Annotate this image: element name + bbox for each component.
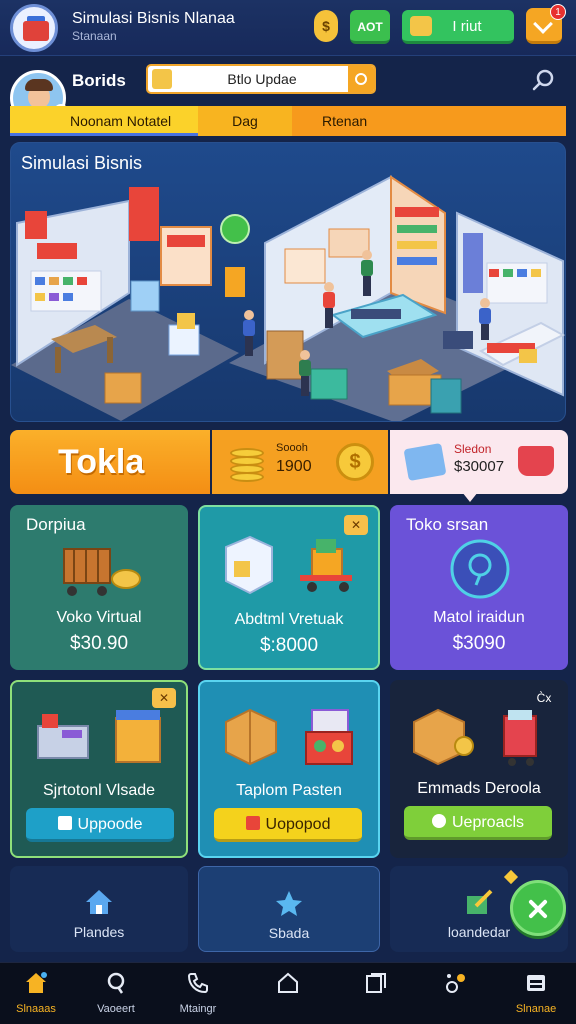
hero-banner[interactable]: Simulasi Bisnis [10, 142, 566, 422]
gear-icon [431, 814, 446, 828]
tab-noonam[interactable]: Noonam Notatel [10, 106, 198, 136]
coin-stack-icon [230, 442, 264, 482]
app-subtitle: Stanaan [72, 29, 117, 43]
card-title: Sjrtotonl Vlsade [42, 782, 156, 799]
favorite-button[interactable] [348, 66, 374, 92]
nav-label: Slnaaas [16, 1003, 56, 1015]
card-price: $30.90 [69, 633, 129, 654]
nav-settings[interactable] [420, 963, 492, 1024]
card-price: $:8000 [259, 635, 319, 656]
upload-icon [57, 816, 72, 830]
gear-icon [446, 974, 465, 993]
panel-label: Sbada [268, 925, 310, 941]
nav-label: Mtaingr [179, 1003, 217, 1015]
store-icon [527, 975, 545, 991]
edit-icon [467, 889, 493, 914]
brand-label: Tokla [10, 430, 210, 494]
station-label: Sledon [454, 442, 492, 456]
card-abdtml-vretuak[interactable]: ✕ Abdtml Vretuak $:8000 [198, 505, 380, 670]
card-price: $3090 [452, 633, 506, 654]
gift-icon [410, 16, 432, 36]
upgrade-button[interactable]: Uopopod [214, 808, 362, 842]
close-fab-button[interactable] [510, 880, 566, 936]
nav-store[interactable]: Slnanae [500, 963, 572, 1024]
card-header: Dorpiua [26, 515, 86, 534]
heart-icon [355, 73, 367, 85]
card-taplom-pasten[interactable]: Taplom Pasten Uopopod [198, 680, 380, 858]
upgrade-button[interactable]: Ueproacls [404, 806, 552, 840]
home-icon [86, 890, 112, 914]
app-logo[interactable] [10, 4, 58, 52]
cart-icon [518, 446, 554, 476]
search-icon [107, 972, 125, 994]
nav-phone[interactable]: Mtaingr [162, 963, 234, 1024]
notification-badge: 1 [550, 4, 566, 20]
card-title: Voko Virtual [56, 609, 142, 626]
tab-bar: Noonam Notatel Dag Rtenan [10, 106, 566, 136]
coins-panel[interactable]: Soooh 1900 $ [212, 430, 388, 494]
coins-label: Soooh [276, 442, 308, 454]
coins-value: 1900 [276, 458, 312, 475]
store-items-icon [225, 535, 352, 595]
panel-sbada[interactable]: Sbada [198, 866, 380, 952]
card-toko-srsan[interactable]: Toko srsan Matol iraidun $3090 [390, 505, 568, 670]
nav-system-home[interactable] [252, 963, 324, 1024]
home-icon [26, 972, 47, 993]
card-voko-virtual[interactable]: Dorpiua Voko Virtual $30.90 [10, 505, 188, 670]
button-label: Uppoode [77, 816, 143, 833]
nav-search[interactable]: Vaoeert [80, 963, 152, 1024]
upload-icon [245, 816, 260, 830]
phone-icon [187, 973, 208, 994]
app-title: Simulasi Bisnis Nlanaa [72, 10, 235, 27]
upgrade-button[interactable]: Uppoode [26, 808, 174, 842]
panel-plandes[interactable]: Plandes [10, 866, 188, 952]
card-title: Matol iraidun [433, 609, 525, 626]
aot-button[interactable]: AOT [350, 10, 390, 44]
panel-label: Plandes [73, 924, 125, 940]
card-title: Abdtml Vretuak [234, 611, 344, 628]
search-input[interactable] [178, 69, 346, 89]
cart-icon [63, 548, 141, 596]
cashier-desk-icon [37, 710, 161, 763]
button-label: Uopopod [265, 816, 331, 833]
panel-pointer [462, 492, 478, 502]
chevron-icon [533, 14, 553, 34]
card-title: Taplom Pasten [236, 782, 342, 799]
bottom-nav: Slnaaas Vaoeert Mtaingr Slnanae [0, 962, 576, 1024]
profile-name: Borids [72, 71, 126, 90]
tab-rtenan[interactable]: Rtenan [292, 106, 566, 136]
main-action-label: I riut [452, 18, 482, 35]
nav-label: Vaoeert [97, 1003, 135, 1015]
card-emmads-deroola[interactable]: C̀x Emmads Deroola Ueproacls [390, 680, 568, 858]
nav-label: Slnanae [515, 1003, 557, 1015]
search-icon[interactable] [532, 68, 556, 92]
card-sjrtotonl-vlsade[interactable]: ✕ Sjrtotonl Vlsade Uppoode [10, 680, 188, 858]
card-header: Toko srsan [406, 515, 489, 534]
coin-icon: $ [314, 10, 338, 42]
home-outline-icon [278, 972, 298, 993]
top-bar: Simulasi Bisnis Nlanaa Stanaan $ AOT I r… [0, 0, 576, 56]
box-icon [152, 69, 172, 89]
card-title: Emmads Deroola [417, 780, 541, 797]
star-icon [276, 891, 302, 916]
station-panel[interactable]: Sledon $30007 [390, 430, 568, 494]
button-label: Ueproacls [451, 814, 525, 831]
nav-recents[interactable] [340, 963, 412, 1024]
tab-dag[interactable]: Dag [198, 106, 292, 136]
dollar-coin-icon: $ [336, 443, 374, 481]
search-box[interactable] [146, 64, 376, 94]
package-icon [413, 708, 537, 766]
location-icon [450, 539, 510, 599]
nav-home[interactable]: Slnaaas [0, 963, 72, 1024]
store-illustration [11, 175, 565, 421]
cash-register-icon [403, 442, 447, 482]
boxes-icon [225, 708, 353, 766]
main-action-button[interactable]: I riut [402, 10, 514, 44]
recents-icon [366, 973, 386, 993]
station-value: $30007 [454, 458, 505, 475]
